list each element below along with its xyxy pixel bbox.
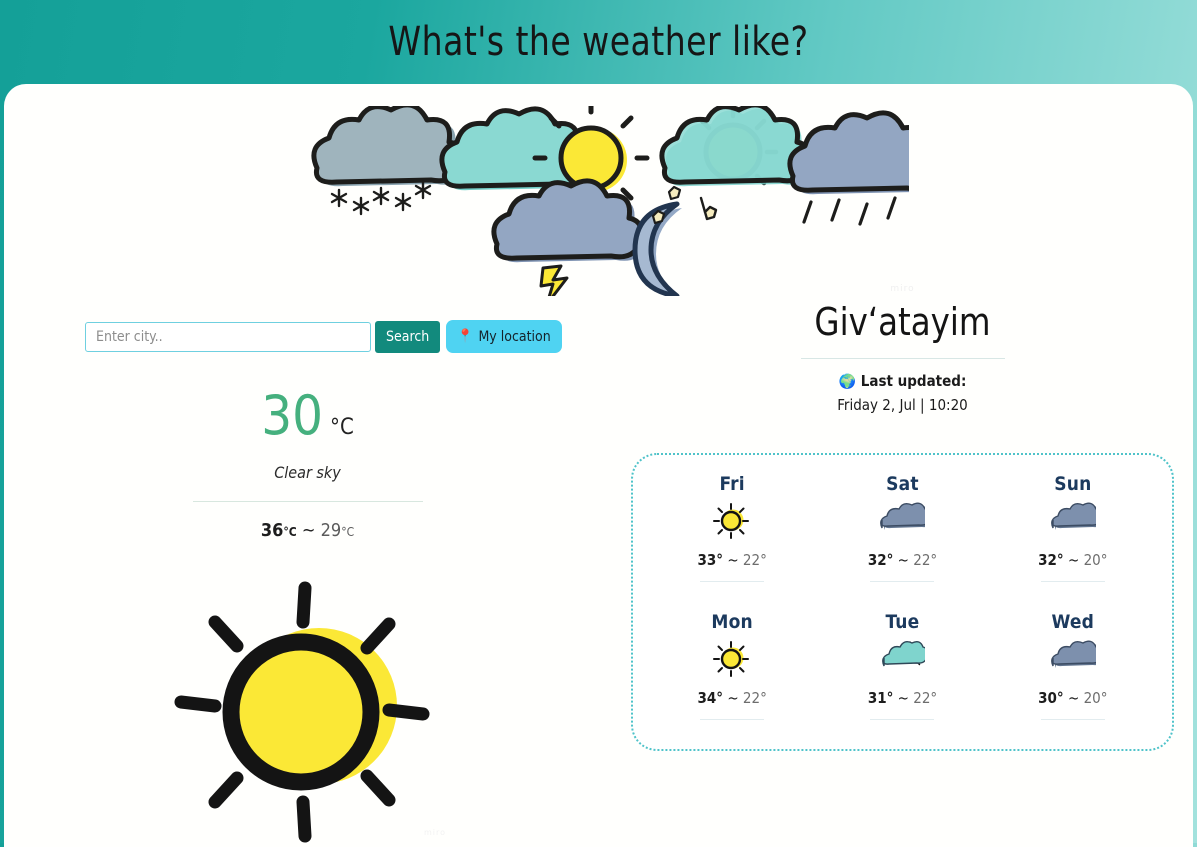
- main-card: Search 📍 My location 30 °C Clear sky 36°…: [4, 84, 1193, 847]
- forecast-high: 34°: [697, 689, 724, 707]
- sun-icon: [709, 501, 755, 541]
- cloudy-icon: [879, 501, 935, 541]
- last-updated-time: Friday 2, Jul | 10:20: [837, 396, 968, 414]
- forecast-sep: ~: [727, 689, 739, 707]
- current-temperature-value: 30: [261, 384, 324, 447]
- hero-illustration: [299, 106, 909, 296]
- forecast-high: 30°: [1038, 689, 1064, 707]
- forecast-sep: ~: [1067, 551, 1080, 569]
- forecast-low: 22°: [913, 551, 938, 569]
- forecast-high: 31°: [867, 689, 894, 707]
- forecast-day[interactable]: Sat 32° ~ 22°: [817, 467, 987, 605]
- search-button[interactable]: Search: [375, 320, 441, 353]
- moon-stars-icon: [632, 185, 682, 296]
- current-temperature-row: 30 °C: [105, 389, 510, 443]
- forecast-high: 33°: [697, 551, 724, 569]
- forecast-day-divider: [700, 719, 765, 720]
- forecast-high: 32°: [1038, 551, 1064, 569]
- current-low-unit: °C: [341, 525, 355, 539]
- cloudy-icon: [1050, 501, 1105, 541]
- globe-icon: 🌍: [838, 374, 857, 390]
- current-temperature-unit: °C: [330, 415, 354, 440]
- forecast-day-temps: 30° ~ 20°: [1038, 689, 1107, 707]
- forecast-sep: ~: [1067, 689, 1080, 707]
- forecast-low: 22°: [742, 551, 767, 569]
- forecast-high: 32°: [867, 551, 894, 569]
- forecast-day-name: Tue: [885, 611, 920, 633]
- forecast-day-temps: 32° ~ 20°: [1038, 551, 1107, 569]
- forecast-day[interactable]: Fri 33° ~ 22°: [647, 467, 817, 605]
- forecast-day[interactable]: Wed 30° ~ 20°: [988, 605, 1158, 743]
- location-panel: miro Giv‘atayim 🌍 Last updated: Friday 2…: [628, 284, 1177, 414]
- forecast-day-name: Wed: [1051, 611, 1095, 633]
- forecast-low: 22°: [742, 689, 767, 707]
- forecast-day-temps: 32° ~ 22°: [868, 551, 937, 569]
- current-high-value: 36: [260, 520, 284, 541]
- search-row: Search 📍 My location: [85, 320, 562, 353]
- city-divider: [800, 358, 1005, 359]
- current-low-value: 29: [320, 520, 342, 541]
- current-weather: 30 °C Clear sky 36°C ~ 29°C: [105, 389, 510, 541]
- my-location-label: My location: [478, 328, 551, 345]
- forecast-day[interactable]: Mon 34° ~ 22°: [647, 605, 817, 743]
- forecast-low: 20°: [1083, 689, 1108, 707]
- forecast-day-name: Fri: [719, 473, 745, 495]
- rain-cloud-icon: [787, 110, 909, 226]
- city-name: Giv‘atayim: [814, 300, 991, 344]
- forecast-low: 20°: [1083, 551, 1108, 569]
- sun-icon: [709, 639, 755, 679]
- partly-cloudy-icon: [879, 639, 930, 679]
- cloudy-icon: [1050, 639, 1105, 679]
- my-location-button[interactable]: 📍 My location: [446, 320, 562, 353]
- watermark-bottom: miro: [424, 828, 447, 837]
- forecast-day-divider: [870, 581, 935, 582]
- forecast-day-divider: [1040, 719, 1105, 720]
- forecast-day[interactable]: Tue 31° ~ 22°: [817, 605, 987, 743]
- forecast-card: Fri 33° ~ 22° Sat 32° ~ 22° Sun 32° ~ 20…: [631, 453, 1174, 751]
- forecast-day-divider: [870, 719, 935, 720]
- forecast-sep: ~: [727, 551, 739, 569]
- forecast-low: 22°: [913, 689, 938, 707]
- forecast-day-name: Mon: [711, 611, 753, 633]
- forecast-day[interactable]: Sun 32° ~ 20°: [988, 467, 1158, 605]
- current-weather-icon: [159, 574, 459, 847]
- forecast-sep: ~: [897, 551, 909, 569]
- forecast-day-temps: 31° ~ 22°: [868, 689, 937, 707]
- current-divider: [192, 501, 423, 502]
- minmax-separator: ~: [301, 520, 316, 541]
- search-input[interactable]: [85, 321, 371, 352]
- map-pin-icon: 📍: [457, 329, 474, 344]
- current-high-unit: °C: [283, 525, 297, 539]
- hanging-star: [699, 196, 718, 221]
- thunderstorm-cloud-icon: [491, 178, 647, 296]
- forecast-sep: ~: [897, 689, 909, 707]
- forecast-day-temps: 33° ~ 22°: [697, 551, 766, 569]
- current-description: Clear sky: [274, 463, 341, 482]
- forecast-day-name: Sat: [886, 473, 919, 495]
- last-updated-row: 🌍 Last updated:: [628, 372, 1177, 390]
- forecast-day-divider: [1040, 581, 1105, 582]
- watermark-top: miro: [890, 284, 915, 294]
- forecast-day-divider: [700, 581, 765, 582]
- current-minmax: 36°C ~ 29°C: [105, 520, 510, 541]
- forecast-day-name: Sun: [1054, 473, 1092, 495]
- last-updated-label: Last updated:: [860, 372, 967, 390]
- forecast-day-temps: 34° ~ 22°: [697, 689, 766, 707]
- page-title: What's the weather like?: [388, 19, 809, 65]
